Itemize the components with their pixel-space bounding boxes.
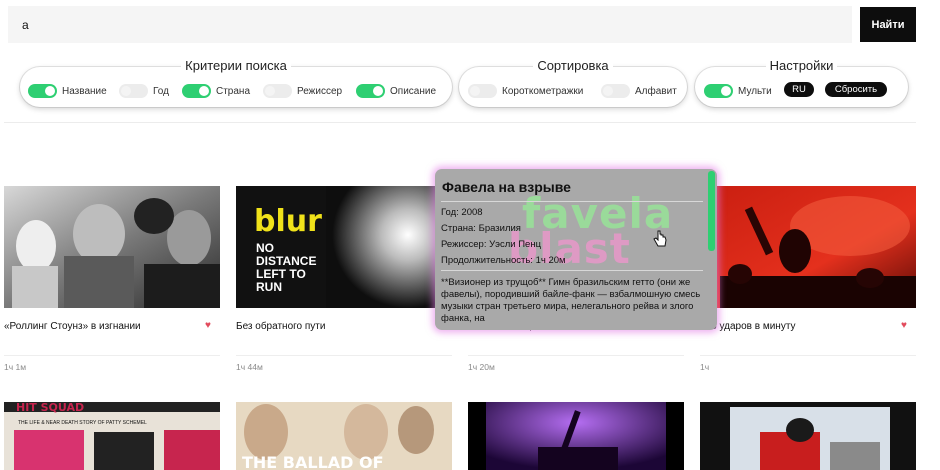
movie-card[interactable]: [468, 402, 684, 470]
criteria-toggle-country[interactable]: Страна: [182, 83, 250, 99]
tooltip-divider: [441, 201, 703, 202]
toggle-switch[interactable]: [119, 84, 148, 98]
movie-title[interactable]: «Роллинг Стоунз» в изгнании: [4, 321, 141, 332]
poster-text: LEFT TO: [256, 267, 306, 281]
poster-image[interactable]: THE BALLAD OF: [236, 402, 452, 470]
criteria-toggle-title[interactable]: Название: [28, 83, 107, 99]
card-divider: [468, 355, 684, 356]
movie-card[interactable]: blur NO DISTANCE LEFT TO RUN Без обратно…: [236, 186, 452, 376]
poster-text: RUN: [256, 280, 282, 294]
settings-toggle-multi[interactable]: Мульти: [704, 83, 772, 99]
language-button[interactable]: RU: [784, 82, 814, 97]
poster-image[interactable]: [468, 402, 684, 470]
movie-card[interactable]: HIT SQUAD THE LIFE & NEAR DEATH STORY OF…: [4, 401, 220, 470]
poster-image: [700, 186, 916, 308]
poster-image: blur NO DISTANCE LEFT TO RUN: [236, 186, 452, 308]
poster-text: NO: [256, 241, 274, 255]
movie-duration: 1ч 20м: [468, 362, 495, 372]
poster-text: THE BALLAD OF: [242, 453, 384, 470]
tooltip-divider: [441, 270, 703, 271]
toggle-switch[interactable]: [468, 84, 497, 98]
toggle-switch[interactable]: [263, 84, 292, 98]
criteria-toggle-description[interactable]: Описание: [356, 83, 436, 99]
toggle-switch[interactable]: [182, 84, 211, 98]
settings-title: Настройки: [765, 58, 838, 73]
movie-title[interactable]: Без обратного пути: [236, 321, 325, 332]
movie-card[interactable]: 196 ударов в минуту ♥ 1ч: [700, 186, 916, 376]
movie-card[interactable]: [700, 402, 916, 470]
poster-text: THE LIFE & NEAR DEATH STORY OF PATTY SCH…: [18, 420, 147, 426]
tooltip-title: Фавела на взрыве: [442, 179, 571, 195]
movie-duration: 1ч 1м: [4, 362, 27, 372]
tooltip-director: Режиссер: Уэсли Пенц: [441, 239, 542, 250]
card-divider: [4, 355, 220, 356]
sorting-toggle-shorts[interactable]: Короткометражки: [468, 83, 583, 99]
movie-details-tooltip: favela blast Фавела на взрыве Год: 2008 …: [435, 169, 717, 330]
toggle-label: Мульти: [738, 85, 772, 97]
criteria-toggle-director[interactable]: Режиссер: [263, 83, 342, 99]
sorting-toggle-alphabet[interactable]: Алфавит: [601, 83, 677, 99]
search-input[interactable]: [8, 6, 852, 43]
poster-image[interactable]: HIT SQUAD THE LIFE & NEAR DEATH STORY OF…: [4, 401, 220, 470]
toggle-label: Короткометражки: [502, 85, 584, 97]
search-criteria-title: Критерии поиска: [181, 58, 291, 73]
movie-duration: 1ч: [700, 362, 710, 372]
movie-poster[interactable]: [700, 186, 916, 308]
favorite-heart-icon[interactable]: ♥: [901, 320, 907, 331]
card-divider: [700, 355, 916, 356]
poster-text-logo: blur: [254, 204, 322, 239]
toggle-label: Режиссер: [297, 85, 343, 97]
toggle-switch[interactable]: [704, 84, 733, 98]
poster-text: DISTANCE: [256, 254, 316, 268]
tooltip-country: Страна: Бразилия: [441, 223, 521, 234]
movie-poster[interactable]: blur NO DISTANCE LEFT TO RUN: [236, 186, 452, 308]
movie-duration: 1ч 44м: [236, 362, 263, 372]
movie-poster[interactable]: [4, 186, 220, 308]
toggle-label: Год: [153, 85, 169, 97]
search-button[interactable]: Найти: [860, 7, 916, 42]
tooltip-scrollbar[interactable]: [708, 171, 715, 251]
poster-image: [4, 186, 220, 308]
hand-cursor-icon: [653, 230, 667, 247]
card-divider: [236, 355, 452, 356]
movie-card[interactable]: «Роллинг Стоунз» в изгнании ♥ 1ч 1м: [4, 186, 220, 376]
header-divider: [4, 122, 916, 123]
tooltip-year: Год: 2008: [441, 207, 483, 218]
toggle-switch[interactable]: [601, 84, 630, 98]
reset-button[interactable]: Сбросить: [825, 82, 887, 97]
poster-text: HIT SQUAD: [16, 402, 84, 414]
toggle-switch[interactable]: [28, 84, 57, 98]
settings-group: Настройки Мульти RU Сбросить: [695, 58, 908, 107]
tooltip-description: **Визионер из трущоб** Гимн бразильским …: [441, 277, 701, 324]
search-criteria-group: Критерии поиска Название Год Страна Режи…: [20, 58, 452, 107]
toggle-label: Страна: [216, 85, 251, 97]
toggle-label: Название: [62, 85, 107, 97]
favorite-heart-icon[interactable]: ♥: [205, 320, 211, 331]
movie-card[interactable]: THE BALLAD OF: [236, 402, 452, 470]
sorting-title: Сортировка: [533, 58, 613, 73]
toggle-label: Описание: [390, 85, 437, 97]
toggle-switch[interactable]: [356, 84, 385, 98]
poster-image[interactable]: [700, 402, 916, 470]
tooltip-duration: Продолжительность: 1ч 20м: [441, 255, 566, 266]
toggle-label: Алфавит: [635, 85, 677, 97]
criteria-toggle-year[interactable]: Год: [119, 83, 169, 99]
sorting-group: Сортировка Короткометражки Алфавит: [459, 58, 687, 107]
